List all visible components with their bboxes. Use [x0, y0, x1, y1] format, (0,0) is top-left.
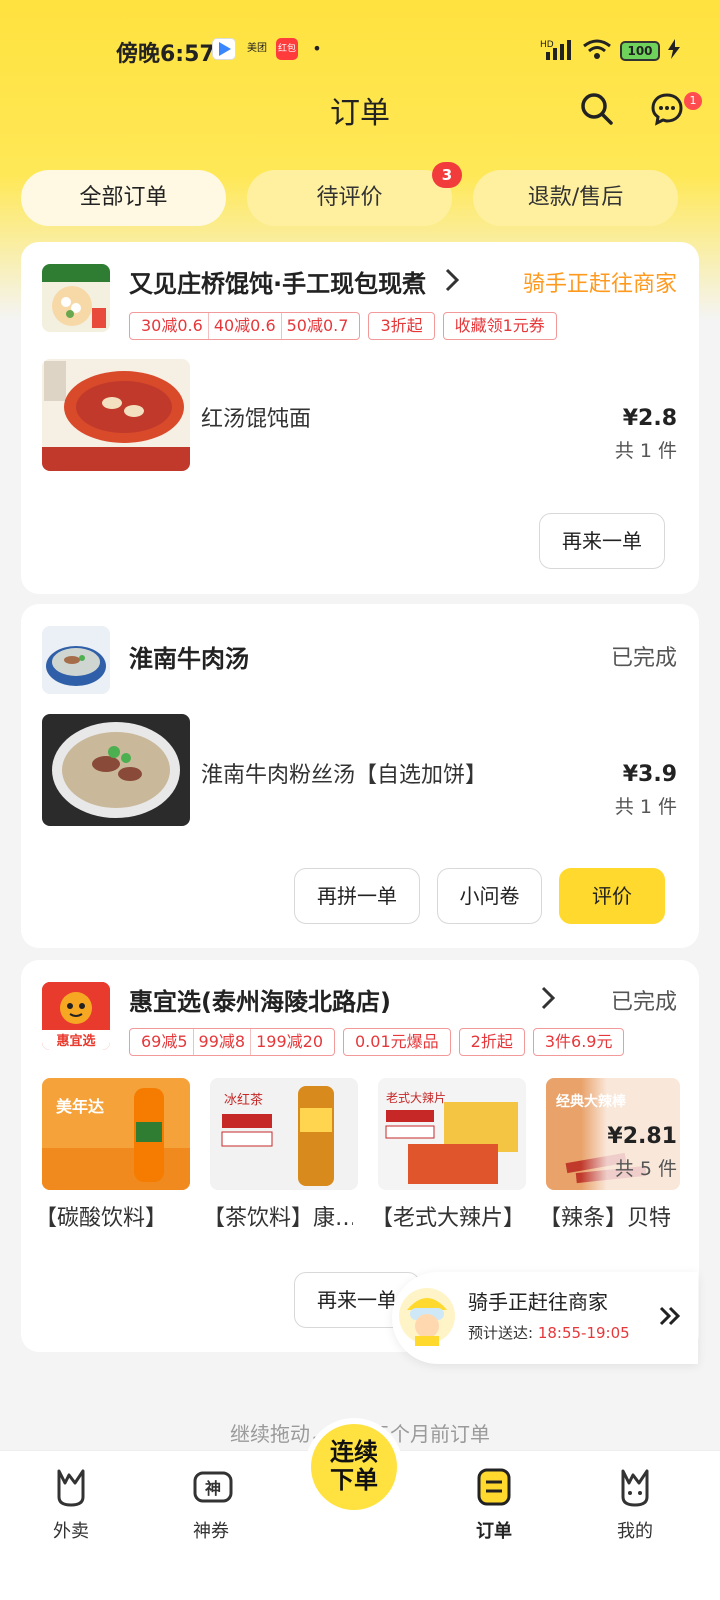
shop-logo: 惠宜选	[42, 982, 110, 1050]
tab-pending-review[interactable]: 待评价	[247, 170, 452, 226]
promo-text: 30减0.6	[141, 316, 203, 335]
promo-tag: 2折起	[458, 1028, 525, 1056]
item-image[interactable]	[42, 359, 190, 471]
shop-name[interactable]: 淮南牛肉汤	[129, 639, 249, 674]
center-button-line2: 下单	[330, 1466, 378, 1494]
orders-icon	[476, 1467, 512, 1507]
promo-text: 3件6.9元	[544, 1032, 613, 1051]
profile-icon	[617, 1467, 653, 1507]
promo-tag: 0.01元爆品	[343, 1028, 451, 1056]
order-status: 已完成	[610, 990, 677, 1015]
order-price: ¥2.81	[607, 1124, 677, 1149]
reorder-button[interactable]: 再来一单	[539, 513, 665, 569]
nav-label: 订单	[476, 1521, 512, 1542]
promo-tag: 3件6.9元	[532, 1028, 625, 1056]
svg-text:惠宜选: 惠宜选	[56, 1033, 95, 1049]
item-caption: 【碳酸饮料】	[35, 1206, 168, 1231]
item-name[interactable]: 红汤馄饨面	[201, 401, 311, 433]
nav-label: 外卖	[53, 1521, 89, 1542]
rider-status-title: 骑手正赶往商家	[468, 1290, 608, 1314]
eta-label: 预计送达:	[468, 1324, 538, 1342]
promo-tag: 69减5 99减8 199减20	[129, 1028, 335, 1056]
promo-tag: 30减0.6 40减0.6 50减0.7	[129, 312, 361, 340]
review-button[interactable]: 评价	[559, 868, 665, 924]
chevron-right-icon[interactable]	[443, 266, 461, 294]
group-reorder-button[interactable]: 再拼一单	[294, 868, 420, 924]
red-packet-app-icon: 红包	[276, 38, 298, 60]
promo-text: 3折起	[380, 316, 423, 335]
order-card[interactable]: 淮南牛肉汤 已完成 淮南牛肉粉丝汤【自选加饼】 ¥3.9 共 1 件 再拼一单 …	[21, 604, 699, 948]
item-thumbnail[interactable]: 美年达	[42, 1078, 190, 1190]
continuous-order-button[interactable]: 连续 下单	[305, 1418, 403, 1516]
promo-text: 199减20	[250, 1029, 328, 1055]
svg-text:冰红茶: 冰红茶	[224, 1092, 263, 1108]
rider-eta: 预计送达: 18:55-19:05	[468, 1322, 630, 1343]
order-quantity: 共 5 件	[614, 1158, 677, 1180]
svg-text:神: 神	[205, 1479, 221, 1498]
order-card[interactable]: 又见庄桥馄饨·手工现包现煮 骑手正赶往商家 30减0.6 40减0.6 50减0…	[21, 242, 699, 594]
rider-avatar	[398, 1282, 456, 1346]
nav-label: 神券	[193, 1521, 229, 1542]
notification-dot: •	[312, 39, 322, 58]
eta-time: 18:55-19:05	[537, 1324, 630, 1342]
item-caption: 【辣条】贝特	[539, 1206, 672, 1231]
item-thumbnail[interactable]: 冰红茶	[210, 1078, 358, 1190]
item-caption: 【茶饮料】康…	[203, 1206, 353, 1231]
shop-name[interactable]: 又见庄桥馄饨·手工现包现煮	[129, 264, 426, 299]
battery-icon: 100	[620, 41, 660, 61]
status-icons: HD 100	[540, 38, 680, 64]
chevron-right-icon[interactable]	[539, 984, 557, 1012]
order-status: 已完成	[610, 646, 677, 671]
nav-label: 我的	[617, 1521, 653, 1542]
message-badge: 1	[684, 92, 702, 110]
item-name[interactable]: 淮南牛肉粉丝汤【自选加饼】	[201, 757, 487, 789]
svg-text:美年达: 美年达	[56, 1097, 104, 1116]
promo-text: 收藏领1元券	[454, 316, 545, 335]
svg-text:HD: HD	[540, 40, 554, 50]
charging-icon	[668, 39, 680, 63]
meituan-app-icon: 美团	[247, 43, 267, 54]
double-chevron-right-icon[interactable]	[658, 1302, 682, 1330]
signal-icon: HD	[540, 38, 574, 64]
item-caption: 【老式大辣片】	[371, 1206, 526, 1231]
promo-text: 50减0.7	[280, 313, 354, 339]
promo-text: 40减0.6	[207, 313, 281, 339]
order-status: 骑手正赶往商家	[522, 272, 677, 297]
play-app-icon	[212, 38, 236, 60]
promo-text: 0.01元爆品	[355, 1032, 439, 1051]
takeout-icon	[53, 1467, 89, 1507]
item-thumbnail[interactable]: 老式大辣片	[378, 1078, 526, 1190]
coupon-icon: 神	[193, 1467, 233, 1507]
promo-tag: 3折起	[368, 312, 435, 340]
order-price: ¥2.8	[622, 406, 677, 431]
item-image[interactable]	[42, 714, 190, 826]
rider-status-toast[interactable]: 骑手正赶往商家 预计送达: 18:55-19:05	[392, 1272, 698, 1364]
center-button-line1: 连续	[330, 1438, 378, 1466]
status-time: 傍晚6:57	[116, 42, 215, 67]
status-bar: 傍晚6:57 美团 红包 • HD 100	[0, 30, 720, 70]
shop-logo	[42, 626, 110, 694]
order-quantity: 共 1 件	[614, 440, 677, 462]
survey-button[interactable]: 小问卷	[437, 868, 542, 924]
search-icon[interactable]	[580, 92, 614, 126]
promo-tag: 收藏领1元券	[442, 312, 557, 340]
promo-tags: 30减0.6 40减0.6 50减0.7 3折起 收藏领1元券	[129, 312, 557, 340]
promo-text: 99减8	[192, 1029, 251, 1055]
order-quantity: 共 1 件	[614, 796, 677, 818]
shop-name[interactable]: 惠宜选(泰州海陵北路店)	[129, 982, 391, 1017]
svg-text:老式大辣片: 老式大辣片	[386, 1091, 446, 1105]
order-price: ¥3.9	[622, 762, 677, 787]
tab-refund-aftersale[interactable]: 退款/售后	[473, 170, 678, 226]
promo-tags: 69减5 99减8 199减20 0.01元爆品 2折起 3件6.9元	[129, 1028, 625, 1056]
wifi-icon	[582, 38, 612, 64]
promo-text: 2折起	[470, 1032, 513, 1051]
shop-logo	[42, 264, 110, 332]
pending-review-badge: 3	[432, 162, 462, 188]
promo-text: 69减5	[141, 1032, 188, 1051]
tab-all-orders[interactable]: 全部订单	[21, 170, 226, 226]
message-icon[interactable]	[650, 92, 684, 126]
